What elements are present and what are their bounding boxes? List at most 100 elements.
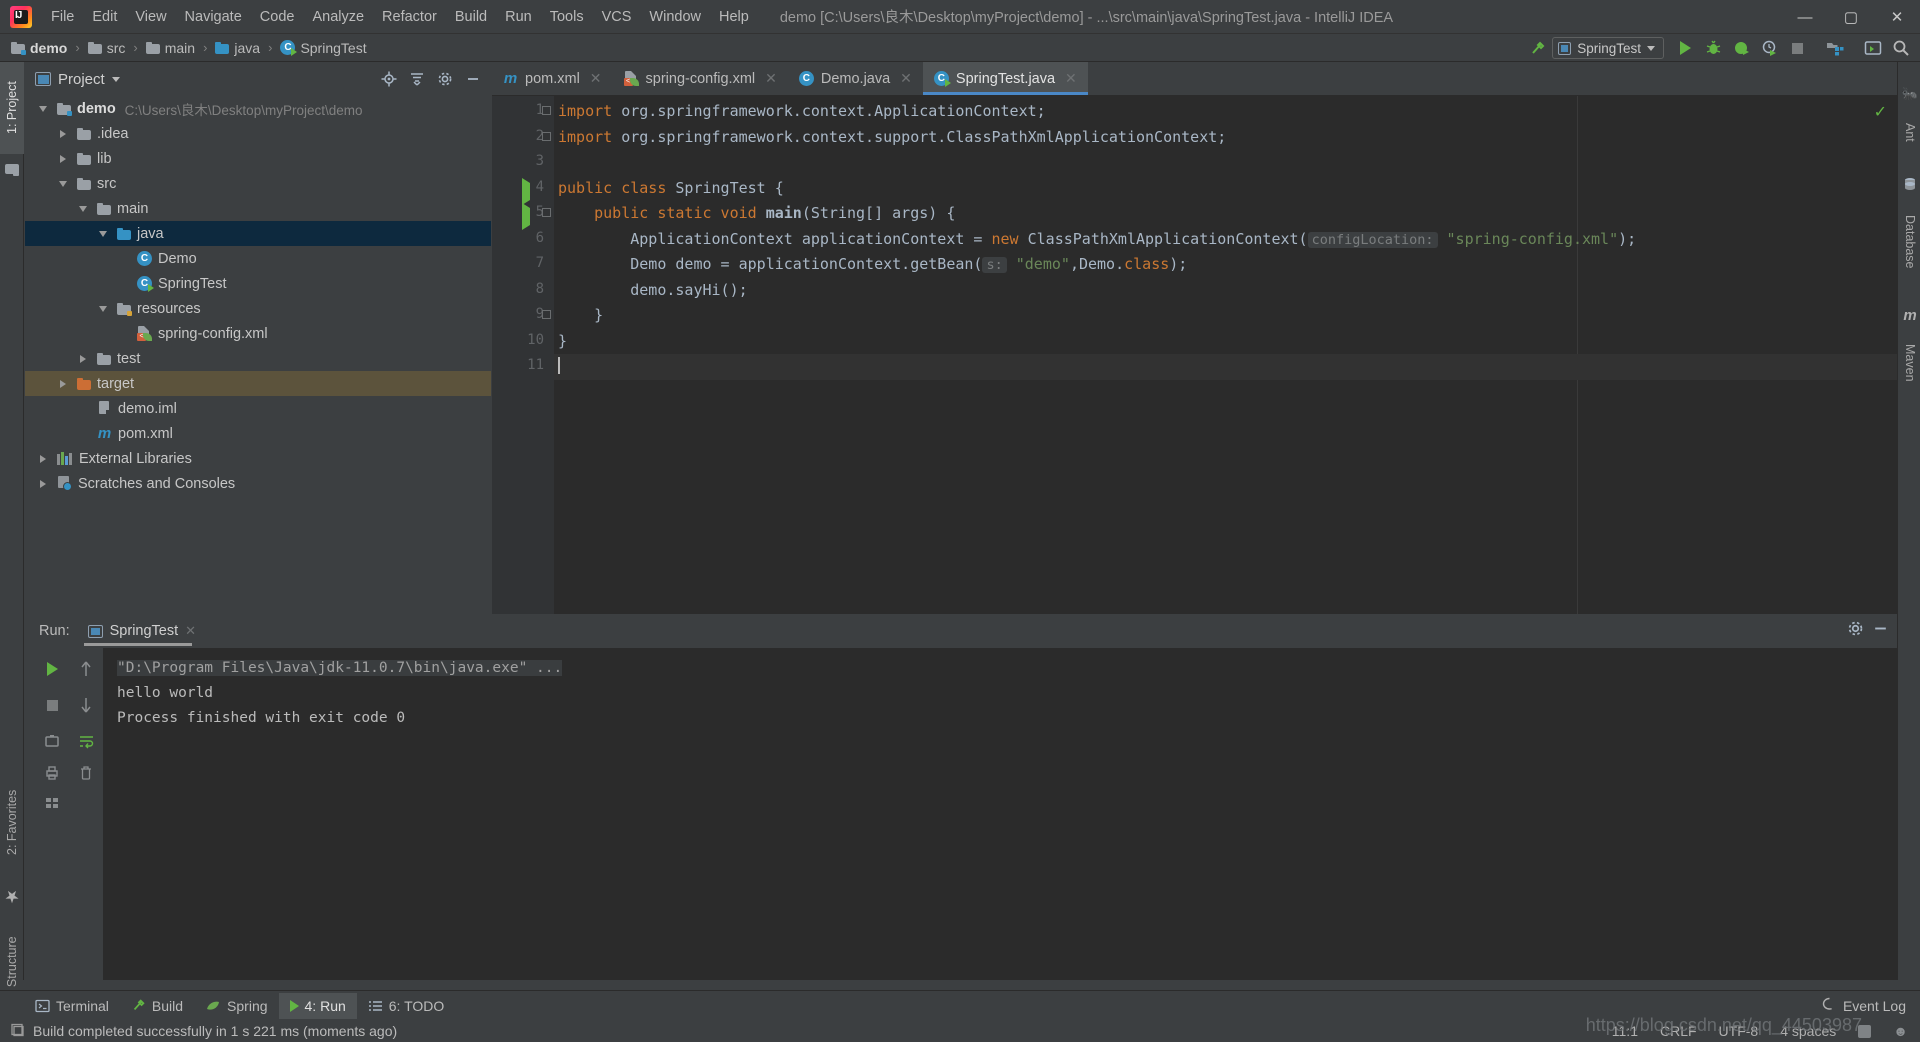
tree-node-demo[interactable]: demo C:\Users\良木\Desktop\myProject\demo	[25, 96, 491, 121]
close-button[interactable]: ✕	[1874, 0, 1920, 34]
stop-icon[interactable]	[1784, 36, 1810, 60]
breadcrumb-item-main[interactable]: main	[143, 39, 198, 57]
rerun-icon[interactable]	[39, 656, 65, 682]
tree-node-lib[interactable]: lib	[25, 146, 491, 171]
tree-expand-arrow[interactable]	[75, 205, 91, 212]
locate-icon[interactable]	[377, 67, 401, 91]
tool-tab-ant[interactable]: Ant	[1898, 108, 1920, 156]
tree-expand-arrow[interactable]	[35, 454, 51, 463]
profiler-icon[interactable]	[1756, 36, 1782, 60]
tree-expand-arrow[interactable]	[55, 129, 71, 138]
tree-node-resources[interactable]: resources	[25, 296, 491, 321]
gutter-fold-icon[interactable]	[542, 131, 553, 143]
up-stack-icon[interactable]	[73, 656, 99, 682]
down-stack-icon[interactable]	[73, 692, 99, 718]
tool-tab-favorites[interactable]: 2: Favorites	[0, 762, 24, 882]
debug-icon[interactable]	[1700, 36, 1726, 60]
code-line-1[interactable]: import org.springframework.context.Appli…	[554, 99, 1897, 125]
tree-expand-arrow[interactable]	[35, 105, 51, 112]
tree-node-scratches-and-consoles[interactable]: Scratches and Consoles	[25, 471, 491, 496]
tree-expand-arrow[interactable]	[55, 154, 71, 163]
indent-setting[interactable]: 4 spaces	[1780, 1023, 1836, 1039]
tree-node-main[interactable]: main	[25, 196, 491, 221]
run-console-output[interactable]: "D:\Program Files\Java\jdk-11.0.7\bin\ja…	[103, 648, 1897, 980]
tree-node-springtest[interactable]: C SpringTest	[25, 271, 491, 296]
tree-expand-arrow[interactable]	[95, 305, 111, 312]
bottom-tab-6-todo[interactable]: 6: TODO	[357, 993, 456, 1019]
close-icon[interactable]: ✕	[590, 70, 602, 87]
gutter-fold-icon[interactable]	[542, 106, 553, 117]
close-icon[interactable]: ✕	[1065, 70, 1077, 87]
editor-tab-springtest-java[interactable]: C SpringTest.java ✕	[922, 62, 1088, 95]
build-icon[interactable]	[1524, 36, 1550, 60]
tree-node-demo[interactable]: C Demo	[25, 246, 491, 271]
maximize-button[interactable]: ▢	[1828, 0, 1874, 34]
caret-position[interactable]: 11:1	[1612, 1023, 1638, 1039]
gutter-run-icon[interactable]	[522, 177, 530, 205]
close-icon[interactable]: ✕	[185, 623, 196, 639]
breadcrumb-item-springtest[interactable]: C SpringTest	[277, 39, 369, 57]
gutter-fold-icon[interactable]	[542, 208, 553, 219]
tree-node--idea[interactable]: .idea	[25, 121, 491, 146]
menu-item-tools[interactable]: Tools	[541, 5, 593, 29]
run-panel-tab[interactable]: SpringTest ✕	[83, 623, 202, 646]
tree-expand-arrow[interactable]	[55, 379, 71, 388]
tree-node-pom-xml[interactable]: m pom.xml	[25, 421, 491, 446]
menu-item-file[interactable]: File	[42, 5, 83, 29]
stop-icon[interactable]	[39, 692, 65, 718]
code-line-7[interactable]: Demo demo = applicationContext.getBean(s…	[554, 252, 1897, 278]
bottom-tab-spring[interactable]: Spring	[194, 993, 278, 1019]
run-configuration-selector[interactable]: SpringTest	[1552, 37, 1664, 59]
tool-tab-project[interactable]: 1: Project	[0, 62, 24, 154]
grid-icon[interactable]	[39, 790, 65, 816]
code-line-10[interactable]: }	[554, 329, 1897, 355]
code-line-3[interactable]	[554, 150, 1897, 176]
tool-tab-maven[interactable]: Maven	[1898, 328, 1920, 398]
menu-item-view[interactable]: View	[126, 5, 175, 29]
hide-icon[interactable]	[461, 67, 485, 91]
line-separator[interactable]: CRLF	[1660, 1023, 1697, 1039]
run-icon[interactable]	[1672, 36, 1698, 60]
minimize-button[interactable]: —	[1782, 0, 1828, 34]
breadcrumb-item-src[interactable]: src	[85, 39, 129, 57]
run-with-coverage-icon[interactable]	[1728, 36, 1754, 60]
gutter-run-icon[interactable]	[522, 203, 530, 230]
terminal-icon[interactable]	[1860, 36, 1886, 60]
editor-tab-spring-config-xml[interactable]: < spring-config.xml ✕	[613, 62, 788, 95]
breadcrumb-item-java[interactable]: java	[212, 39, 263, 57]
bottom-tab-terminal[interactable]: Terminal	[24, 993, 120, 1019]
code-line-9[interactable]: }	[554, 303, 1897, 329]
event-log-button[interactable]: Event Log	[1822, 997, 1906, 1015]
bottom-tab-4-run[interactable]: 4: Run	[278, 992, 357, 1019]
menu-item-vcs[interactable]: VCS	[593, 5, 641, 29]
project-tree[interactable]: demo C:\Users\良木\Desktop\myProject\demo .i…	[25, 96, 491, 614]
menu-item-navigate[interactable]: Navigate	[176, 5, 251, 29]
search-everywhere-icon[interactable]	[1888, 36, 1914, 60]
file-encoding[interactable]: UTF-8	[1719, 1023, 1759, 1039]
menu-item-code[interactable]: Code	[251, 5, 304, 29]
tree-expand-arrow[interactable]	[55, 180, 71, 187]
close-icon[interactable]: ✕	[900, 70, 912, 87]
print-icon[interactable]	[39, 760, 65, 786]
tree-node-java[interactable]: java	[25, 221, 491, 246]
hide-icon[interactable]	[1872, 620, 1889, 642]
editor-gutter[interactable]: 1 2 3 4 5 6 7 8 9 10 11	[492, 96, 554, 614]
menu-item-window[interactable]: Window	[640, 5, 710, 29]
tree-expand-arrow[interactable]	[35, 479, 51, 488]
bottom-tab-build[interactable]: Build	[120, 993, 194, 1019]
breadcrumb-item-demo[interactable]: demo	[8, 39, 70, 57]
chevron-down-icon[interactable]	[111, 76, 120, 82]
gutter-fold-icon[interactable]	[542, 310, 553, 321]
editor-tab-demo-java[interactable]: C Demo.java ✕	[788, 62, 923, 95]
code-line-11[interactable]	[554, 354, 1897, 380]
tree-node-test[interactable]: test	[25, 346, 491, 371]
code-line-2[interactable]: import org.springframework.context.suppo…	[554, 125, 1897, 151]
collapse-all-icon[interactable]	[405, 67, 429, 91]
tree-node-external-libraries[interactable]: External Libraries	[25, 446, 491, 471]
menu-item-run[interactable]: Run	[496, 5, 541, 29]
tool-tab-database[interactable]: Database	[1898, 198, 1920, 286]
settings-icon[interactable]	[433, 67, 457, 91]
project-structure-icon[interactable]	[1822, 36, 1848, 60]
menu-item-refactor[interactable]: Refactor	[373, 5, 446, 29]
tree-node-spring-config-xml[interactable]: < spring-config.xml	[25, 321, 491, 346]
